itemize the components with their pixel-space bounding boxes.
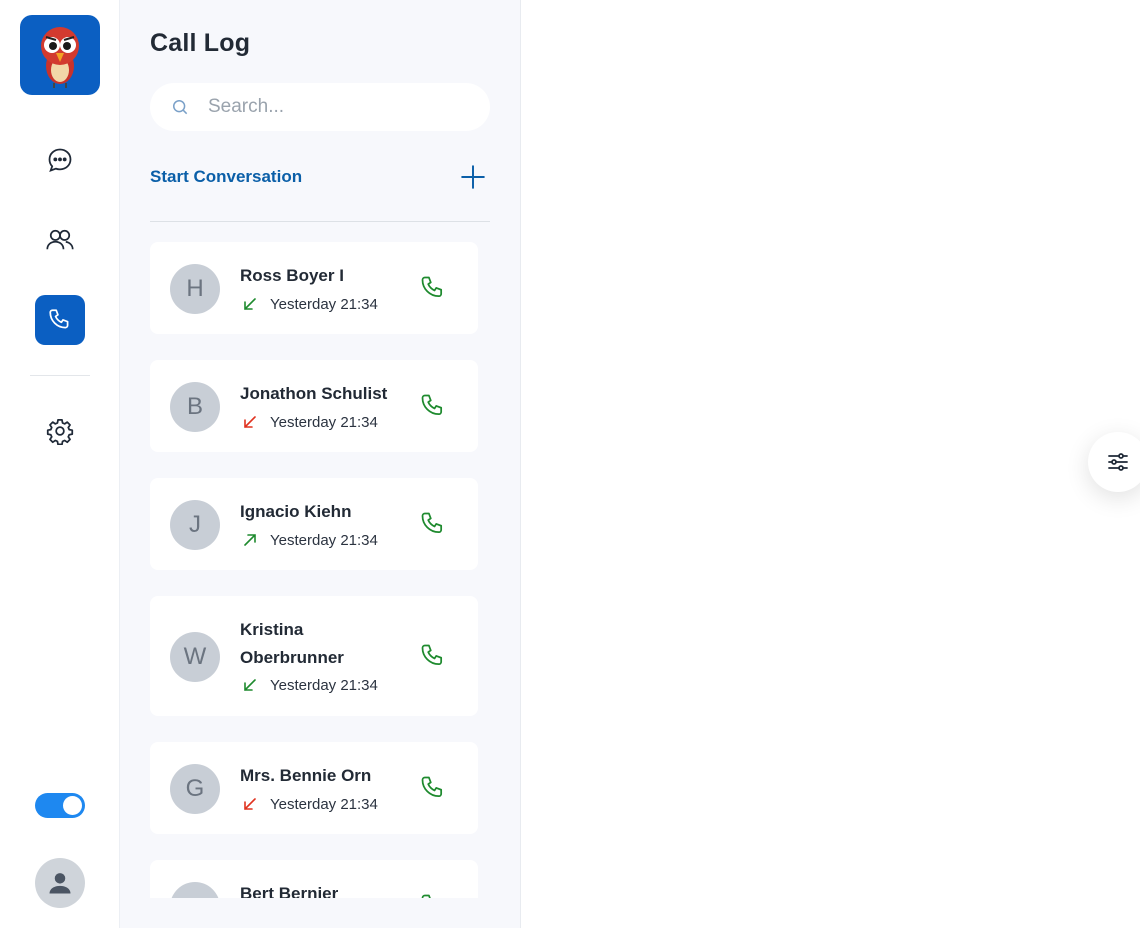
call-time: Yesterday 21:34 bbox=[270, 295, 378, 313]
phone-icon bbox=[421, 512, 443, 534]
call-time: Yesterday 21:34 bbox=[270, 795, 378, 813]
contact-name: Bert Bernier bbox=[240, 884, 339, 898]
sliders-icon bbox=[1108, 453, 1128, 471]
contact-avatar: W bbox=[170, 632, 220, 682]
call-back-button[interactable] bbox=[418, 509, 448, 539]
contact-avatar bbox=[170, 882, 220, 898]
start-conversation-row: Start Conversation bbox=[150, 160, 490, 194]
nav-calls-button[interactable] bbox=[35, 295, 85, 345]
contact-name: Ross Boyer I bbox=[240, 266, 344, 285]
search-icon bbox=[173, 100, 188, 115]
phone-icon bbox=[421, 776, 443, 798]
call-back-button[interactable] bbox=[418, 773, 448, 803]
contact-avatar: B bbox=[170, 382, 220, 432]
call-back-button[interactable] bbox=[418, 891, 448, 898]
customize-floating-button[interactable] bbox=[1088, 432, 1140, 492]
contact-avatar: H bbox=[170, 264, 220, 314]
app-root: Call Log Start Conversation H Ross Boyer… bbox=[0, 0, 1140, 928]
outgoing-arrow-icon bbox=[240, 530, 260, 550]
nav-contacts-button[interactable] bbox=[35, 215, 85, 265]
contact-name: Kristina Oberbrunner bbox=[240, 620, 344, 667]
search-box[interactable] bbox=[150, 83, 490, 131]
user-icon bbox=[49, 873, 71, 894]
call-time: Yesterday 21:34 bbox=[270, 676, 378, 694]
toggle-knob bbox=[63, 796, 82, 815]
contact-avatar: G bbox=[170, 764, 220, 814]
call-time: Yesterday 21:34 bbox=[270, 531, 378, 549]
search-input[interactable] bbox=[208, 96, 468, 118]
rail-divider bbox=[30, 375, 90, 376]
new-conversation-button[interactable] bbox=[456, 160, 490, 194]
phone-icon bbox=[421, 644, 443, 666]
phone-icon bbox=[421, 894, 431, 898]
call-meta: Yesterday 21:34 bbox=[240, 675, 378, 695]
call-back-button[interactable] bbox=[418, 391, 448, 421]
users-icon bbox=[46, 229, 74, 250]
call-meta: Yesterday 21:34 bbox=[240, 412, 378, 432]
start-conversation-link[interactable]: Start Conversation bbox=[150, 167, 302, 187]
call-back-button[interactable] bbox=[418, 641, 448, 671]
theme-toggle[interactable] bbox=[35, 793, 85, 818]
parrot-logo-icon bbox=[41, 27, 79, 88]
contact-name: Ignacio Kiehn bbox=[240, 502, 352, 521]
nav-chats-button[interactable] bbox=[35, 135, 85, 185]
call-item[interactable]: Bert Bernier bbox=[150, 860, 478, 898]
icon-sidebar bbox=[0, 0, 120, 928]
call-item[interactable]: B Jonathon Schulist Yesterday 21:34 bbox=[150, 360, 478, 452]
missed-arrow-icon bbox=[240, 794, 260, 814]
call-time: Yesterday 21:34 bbox=[270, 413, 378, 431]
call-item[interactable]: J Ignacio Kiehn Yesterday 21:34 bbox=[150, 478, 478, 570]
phone-icon bbox=[421, 276, 443, 298]
page-title: Call Log bbox=[150, 29, 251, 57]
call-item[interactable]: W Kristina Oberbrunner Yesterday 21:34 bbox=[150, 596, 478, 716]
user-avatar-button[interactable] bbox=[35, 858, 85, 908]
call-list: H Ross Boyer I Yesterday 21:34 B Jonatho… bbox=[150, 242, 490, 898]
phone-icon bbox=[421, 394, 443, 416]
call-meta: Yesterday 21:34 bbox=[240, 530, 378, 550]
missed-arrow-icon bbox=[240, 412, 260, 432]
chat-bubble-icon bbox=[48, 148, 72, 172]
contact-avatar: J bbox=[170, 500, 220, 550]
nav-settings-button[interactable] bbox=[35, 406, 85, 456]
contact-name: Mrs. Bennie Orn bbox=[240, 766, 372, 785]
contact-name: Jonathon Schulist bbox=[240, 384, 388, 403]
app-logo[interactable] bbox=[20, 15, 100, 95]
gear-icon bbox=[46, 419, 74, 445]
incoming-arrow-icon bbox=[240, 294, 260, 314]
call-meta: Yesterday 21:34 bbox=[240, 294, 378, 314]
phone-icon bbox=[49, 309, 69, 329]
call-log-panel: Call Log Start Conversation H Ross Boyer… bbox=[120, 0, 521, 928]
call-item[interactable]: H Ross Boyer I Yesterday 21:34 bbox=[150, 242, 478, 334]
call-item[interactable]: G Mrs. Bennie Orn Yesterday 21:34 bbox=[150, 742, 478, 834]
plus-icon bbox=[461, 165, 485, 189]
call-meta: Yesterday 21:34 bbox=[240, 794, 378, 814]
panel-divider bbox=[150, 221, 490, 222]
call-back-button[interactable] bbox=[418, 273, 448, 303]
incoming-arrow-icon bbox=[240, 675, 260, 695]
